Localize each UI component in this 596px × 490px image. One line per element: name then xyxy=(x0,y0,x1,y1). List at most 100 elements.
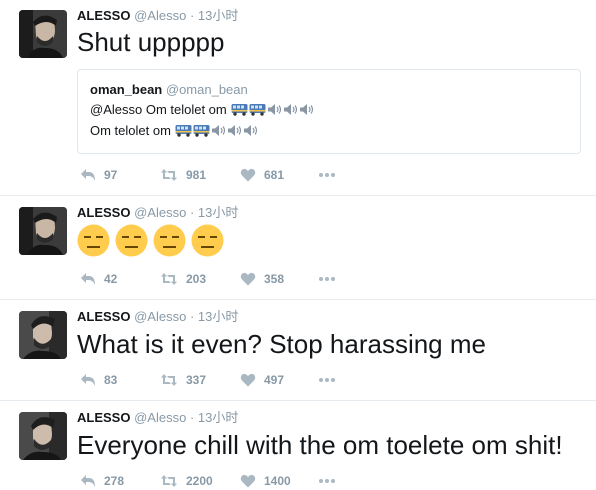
retweet-count: 2200 xyxy=(186,474,213,488)
quoted-author-name[interactable]: oman_bean xyxy=(90,82,162,97)
like-button[interactable]: 1400 xyxy=(240,473,291,489)
speaker-loud-icon xyxy=(243,125,258,136)
heart-icon xyxy=(240,373,256,387)
author-name[interactable]: ALESSO xyxy=(77,205,130,220)
tweet-emojis xyxy=(77,224,229,257)
separator-dot: · xyxy=(189,205,195,220)
tweet-header: ALESSO @Alesso · 13小时 xyxy=(77,205,238,221)
avatar[interactable] xyxy=(19,10,67,58)
avatar-image xyxy=(19,10,67,58)
author-name[interactable]: ALESSO xyxy=(77,8,130,23)
avatar-image xyxy=(19,311,67,359)
separator-dot: · xyxy=(189,309,195,324)
quoted-tweet-header: oman_bean @oman_bean xyxy=(90,82,568,98)
more-icon xyxy=(319,479,335,483)
retweet-button[interactable]: 981 xyxy=(160,167,206,183)
author-handle[interactable]: @Alesso xyxy=(134,205,186,220)
more-button[interactable] xyxy=(318,473,336,489)
tweet[interactable]: ALESSO @Alesso · 13小时 What is it even? S… xyxy=(0,301,596,401)
more-button[interactable] xyxy=(318,271,336,287)
expressionless-face-icon xyxy=(153,224,186,257)
bus-icon xyxy=(231,104,248,116)
quoted-emojis-1 xyxy=(231,103,315,116)
quoted-text-2: Om telolet om xyxy=(90,123,171,138)
quoted-text-1: @Alesso Om telolet om xyxy=(90,102,227,117)
quoted-tweet-line-2: Om telolet om xyxy=(90,121,568,140)
avatar-image xyxy=(19,412,67,460)
tweet-timestamp[interactable]: 13小时 xyxy=(198,410,238,425)
reply-icon xyxy=(81,475,95,487)
tweet-text: What is it even? Stop harassing me xyxy=(77,329,486,359)
more-icon xyxy=(319,378,335,382)
tweet-text: Everyone chill with the om toelete om sh… xyxy=(77,430,563,460)
like-count: 358 xyxy=(264,272,285,286)
tweet-text: Shut uppppp xyxy=(77,27,225,57)
separator-dot: · xyxy=(189,410,195,425)
like-count: 497 xyxy=(264,373,285,387)
speaker-loud-icon xyxy=(299,104,313,115)
author-name[interactable]: ALESSO xyxy=(77,410,130,425)
retweet-icon xyxy=(161,475,177,487)
reply-button[interactable]: 42 xyxy=(80,271,117,287)
reply-icon xyxy=(81,169,95,181)
tweet[interactable]: ALESSO @Alesso · 13小时 Everyone chill wit… xyxy=(0,402,596,490)
quoted-emojis-2 xyxy=(175,124,259,137)
speaker-loud-icon xyxy=(211,125,226,136)
avatar[interactable] xyxy=(19,311,67,359)
avatar[interactable] xyxy=(19,412,67,460)
speaker-loud-icon xyxy=(283,104,297,115)
like-button[interactable]: 681 xyxy=(240,167,284,183)
retweet-button[interactable]: 203 xyxy=(160,271,206,287)
separator-dot: · xyxy=(189,8,195,23)
retweet-icon xyxy=(161,169,177,181)
tweet-header: ALESSO @Alesso · 13小时 xyxy=(77,8,238,24)
heart-icon xyxy=(240,272,256,286)
like-button[interactable]: 497 xyxy=(240,372,284,388)
quoted-tweet-line-1: @Alesso Om telolet om xyxy=(90,100,568,119)
reply-icon xyxy=(81,374,95,386)
tweet-header: ALESSO @Alesso · 13小时 xyxy=(77,410,238,426)
author-handle[interactable]: @Alesso xyxy=(134,309,186,324)
retweet-button[interactable]: 2200 xyxy=(160,473,213,489)
author-name[interactable]: ALESSO xyxy=(77,309,130,324)
tweet-timestamp[interactable]: 13小时 xyxy=(198,8,238,23)
bus-icon xyxy=(193,125,210,137)
heart-icon xyxy=(240,168,256,182)
more-button[interactable] xyxy=(318,167,336,183)
author-handle[interactable]: @Alesso xyxy=(134,410,186,425)
avatar[interactable] xyxy=(19,207,67,255)
retweet-button[interactable]: 337 xyxy=(160,372,206,388)
reply-count: 97 xyxy=(104,168,118,182)
speaker-loud-icon xyxy=(227,125,242,136)
speaker-loud-icon xyxy=(267,104,281,115)
retweet-icon xyxy=(161,273,177,285)
like-button[interactable]: 358 xyxy=(240,271,284,287)
more-icon xyxy=(319,277,335,281)
tweet-timestamp[interactable]: 13小时 xyxy=(198,309,238,324)
reply-count: 83 xyxy=(104,373,118,387)
tweet[interactable]: ALESSO @Alesso · 13小时 42 203 358 xyxy=(0,197,596,300)
quoted-author-handle[interactable]: @oman_bean xyxy=(166,82,248,97)
reply-button[interactable]: 83 xyxy=(80,372,117,388)
bus-icon xyxy=(249,104,266,116)
tweet[interactable]: ALESSO @Alesso · 13小时 Shut uppppp oman_b… xyxy=(0,0,596,196)
more-icon xyxy=(319,173,335,177)
quoted-tweet[interactable]: oman_bean @oman_bean @Alesso Om telolet … xyxy=(77,69,581,154)
reply-count: 42 xyxy=(104,272,118,286)
tweet-timestamp[interactable]: 13小时 xyxy=(198,205,238,220)
avatar-image xyxy=(19,207,67,255)
reply-button[interactable]: 97 xyxy=(80,167,117,183)
reply-count: 278 xyxy=(104,474,125,488)
reply-icon xyxy=(81,273,95,285)
reply-button[interactable]: 278 xyxy=(80,473,124,489)
author-handle[interactable]: @Alesso xyxy=(134,8,186,23)
retweet-icon xyxy=(161,374,177,386)
retweet-count: 337 xyxy=(186,373,207,387)
retweet-count: 981 xyxy=(186,168,207,182)
expressionless-face-icon xyxy=(191,224,224,257)
more-button[interactable] xyxy=(318,372,336,388)
heart-icon xyxy=(240,474,256,488)
like-count: 681 xyxy=(264,168,285,182)
expressionless-face-icon xyxy=(115,224,148,257)
tweet-feed: ALESSO @Alesso · 13小时 Shut uppppp oman_b… xyxy=(0,0,596,490)
